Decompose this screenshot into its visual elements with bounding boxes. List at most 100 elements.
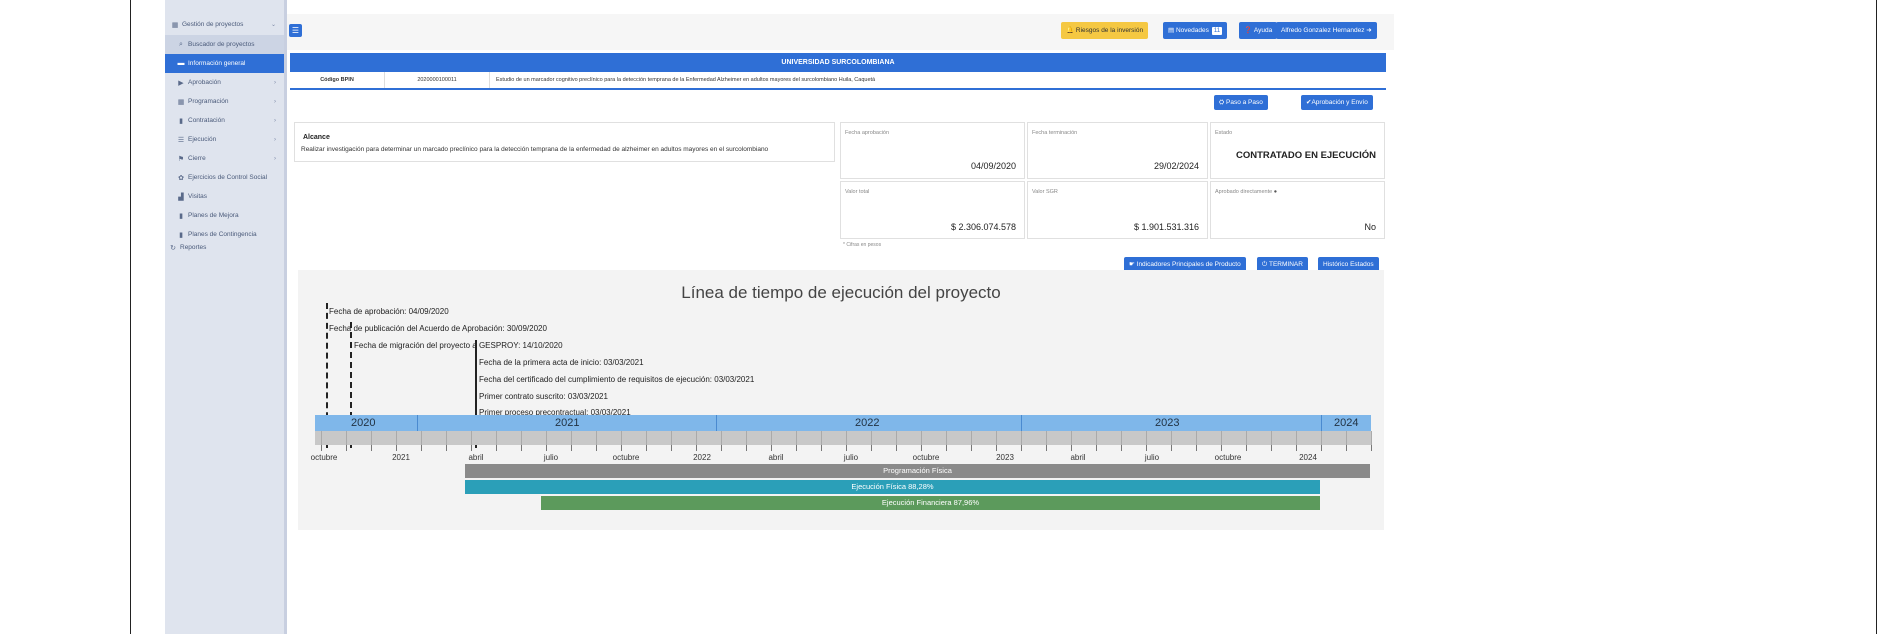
axis-tick: [1346, 445, 1347, 451]
refresh-icon: ↻: [170, 244, 176, 252]
timeline-panel: Línea de tiempo de ejecución del proyect…: [298, 270, 1384, 530]
month-tick: [546, 431, 547, 445]
event-label: Primer contrato suscrito: 03/03/2021: [479, 392, 608, 401]
event-label: Fecha de la primera acta de inicio: 03/0…: [479, 358, 644, 367]
sidebar-item[interactable]: ⌕ Buscador de proyectos: [165, 35, 284, 54]
sidebar-item[interactable]: ▦ Gestión de proyectos ⌄: [165, 15, 284, 34]
sidebar-item[interactable]: ▮ Contratación ›: [165, 111, 284, 130]
axis-tick: [671, 445, 672, 451]
sidebar-item-label: Aprobación: [188, 79, 221, 86]
ayuda-button[interactable]: ❓ Ayuda: [1239, 22, 1278, 39]
month-tick: [646, 431, 647, 445]
axis-tick: [1171, 445, 1172, 451]
month-tick: [346, 431, 347, 445]
year-label: 2024: [1334, 417, 1359, 429]
sidebar-item-label: Información general: [188, 60, 246, 67]
sidebar-item-label: Reportes: [180, 244, 207, 251]
month-tick: [996, 431, 997, 445]
month-tick: [521, 431, 522, 445]
axis-tick: [1221, 445, 1222, 451]
sidebar-item-label: Ejecución: [188, 136, 217, 143]
flag-icon: ⚑: [177, 155, 185, 163]
top-bar: ☰ 🔔 Riesgos de la inversión ▤ Novedades 1…: [287, 14, 1394, 50]
axis-tick: [1121, 445, 1122, 451]
event-label: Fecha de migración del proyecto a GESPRO…: [354, 341, 563, 350]
axis-tick: [921, 445, 922, 451]
axis-tick: [896, 445, 897, 451]
sidebar-item[interactable]: ☰ Ejecución ›: [165, 130, 284, 149]
axis-label: julio: [843, 453, 859, 462]
month-tick: [796, 431, 797, 445]
month-tick: [396, 431, 397, 445]
month-tick: [1296, 431, 1297, 445]
sidebar-item[interactable]: ↻ Reportes: [165, 238, 284, 257]
axis-tick: [521, 445, 522, 451]
month-tick: [671, 431, 672, 445]
axis-tick: [1296, 445, 1297, 451]
sidebar-item-label: Visitas: [188, 193, 208, 200]
axis-label: abril: [1070, 453, 1086, 462]
steps-icon: ⛭: [1219, 99, 1225, 106]
axis-label: 2022: [693, 453, 711, 462]
logout-icon: ➜: [1366, 27, 1372, 34]
month-tick: [921, 431, 922, 445]
sidebar-item[interactable]: ▮ Planes de Mejora: [165, 206, 284, 225]
chart-icon: ▦: [171, 21, 179, 29]
bar-ejecucion-financiera: Ejecución Financiera 87,96%: [541, 496, 1320, 510]
hand-icon: ☛: [1129, 261, 1135, 268]
news-icon: ▤: [1168, 27, 1175, 34]
axis-label: octubre: [912, 453, 940, 462]
novedades-button[interactable]: ▤ Novedades 11: [1163, 22, 1228, 39]
month-tick: [946, 431, 947, 445]
list-icon: ☰: [177, 136, 185, 144]
month-tick: [771, 431, 772, 445]
month-tick: [621, 431, 622, 445]
month-tick: [746, 431, 747, 445]
sidebar-item[interactable]: ⚑ Cierre ›: [165, 149, 284, 168]
sidebar-item[interactable]: ✿ Ejercicios de Control Social: [165, 168, 284, 187]
help-icon: ❓: [1244, 27, 1253, 34]
axis-tick: [746, 445, 747, 451]
alcance-title: Alcance: [303, 134, 330, 141]
axis-tick: [821, 445, 822, 451]
bpin-value: 2020000100011: [385, 72, 490, 88]
axis-tick: [1196, 445, 1197, 451]
chevron-icon: ›: [274, 136, 276, 143]
axis-tick: [396, 445, 397, 451]
sidebar-item[interactable]: ▶ Aprobación ›: [165, 73, 284, 92]
card-estado: Estado CONTRATADO EN EJECUCIÓN: [1210, 122, 1385, 179]
month-tick: [596, 431, 597, 445]
axis-label: abril: [468, 453, 484, 462]
axis-tick: [421, 445, 422, 451]
bar-ejecucion-fisica: Ejecución Física 88,28%: [465, 480, 1320, 494]
month-tick: [496, 431, 497, 445]
axis-tick: [796, 445, 797, 451]
sidebar-item[interactable]: ▟ Visitas: [165, 187, 284, 206]
axis-tick: [346, 445, 347, 451]
card-fecha-aprobacion: Fecha aprobación 04/09/2020: [840, 122, 1025, 179]
axis-tick: [1021, 445, 1022, 451]
axis-tick: [1246, 445, 1247, 451]
axis-tick: [1371, 445, 1372, 451]
axis-tick: [546, 445, 547, 451]
sidebar-item[interactable]: ▦ Programación ›: [165, 92, 284, 111]
info-icon[interactable]: ●: [1274, 189, 1277, 195]
month-tick: [1321, 431, 1322, 445]
axis-tick: [1096, 445, 1097, 451]
sidebar-item-label: Ejercicios de Control Social: [188, 174, 268, 181]
arrow-right-icon: ▶: [178, 79, 184, 87]
user-button[interactable]: Alfredo Gonzalez Hernandez ➜: [1276, 22, 1377, 39]
month-tick: [1071, 431, 1072, 445]
axis-tick: [1271, 445, 1272, 451]
menu-toggle-button[interactable]: ☰: [289, 24, 302, 37]
month-tick: [1196, 431, 1197, 445]
entity-banner: UNIVERSIDAD SURCOLOMBIANA: [290, 53, 1386, 72]
card-valor-total: Valor total $ 2.306.074.578: [840, 181, 1025, 239]
month-tick: [1271, 431, 1272, 445]
paso-a-paso-button[interactable]: ⛭ Paso a Paso: [1214, 95, 1268, 110]
sidebar-item[interactable]: ▬ Información general: [165, 54, 284, 73]
axis-label: julio: [543, 453, 559, 462]
aprobacion-envio-button[interactable]: ✔Aprobación y Envío: [1301, 95, 1373, 110]
month-tick: [971, 431, 972, 445]
riesgos-button[interactable]: 🔔 Riesgos de la inversión: [1061, 22, 1149, 39]
